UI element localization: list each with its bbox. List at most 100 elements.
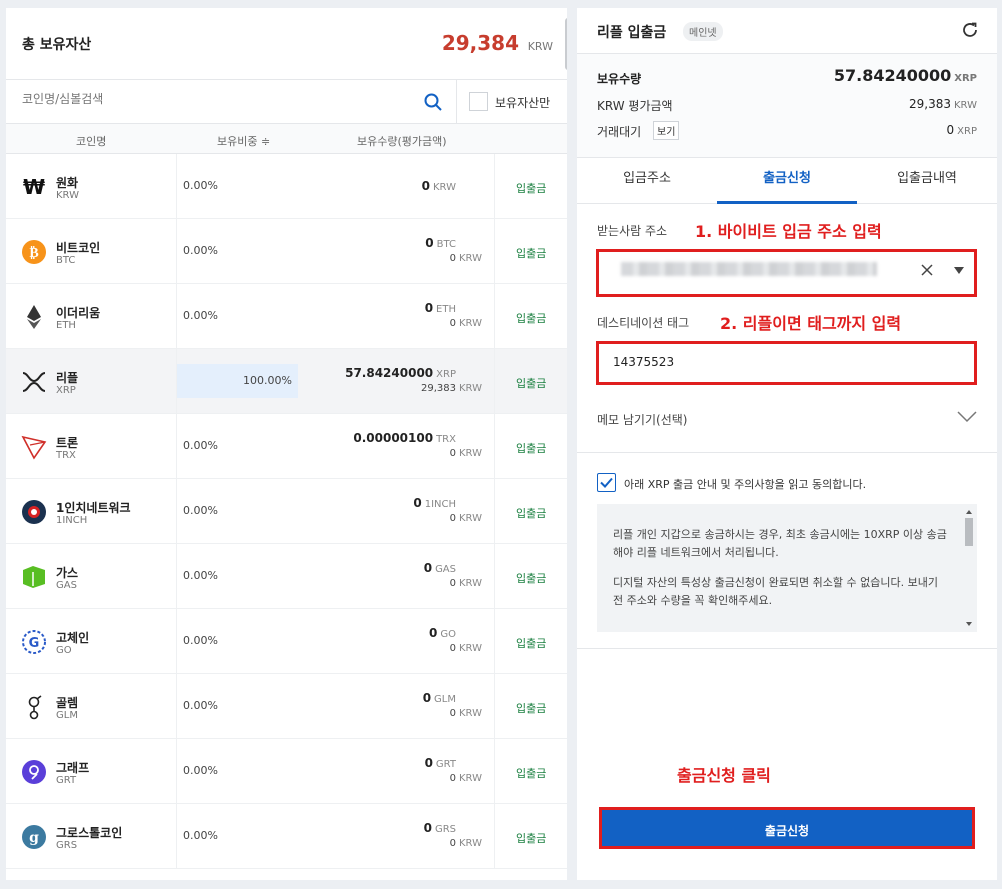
- divider: [494, 544, 495, 608]
- eth-icon: [21, 304, 47, 330]
- krw-value: 29,383 KRW: [909, 97, 977, 111]
- tab-bar: 입금주소 출금신청 입출금내역: [577, 158, 997, 204]
- coin-row-go[interactable]: G 고체인 GO 0.00% 0 GO 0 KRW 입출금: [6, 609, 567, 674]
- deposit-withdraw-link[interactable]: 입출금: [516, 310, 546, 326]
- coin-name: 1인치네트워크: [56, 501, 131, 515]
- coin-krw-value: 0 KRW: [449, 253, 482, 264]
- total-assets-label: 총 보유자산: [22, 37, 92, 53]
- coin-symbol: BTC: [56, 255, 76, 266]
- coin-share: 100.00%: [243, 374, 292, 387]
- coin-quantity: 0 GLM: [422, 691, 456, 705]
- coin-row-eth[interactable]: 이더리움 ETH 0.00% 0 ETH 0 KRW 입출금: [6, 284, 567, 349]
- deposit-withdraw-link[interactable]: 입출금: [516, 245, 546, 261]
- col-share-sort[interactable]: 보유비중 ≑: [217, 133, 270, 149]
- chevron-down-icon[interactable]: [957, 411, 977, 423]
- search-icon[interactable]: [423, 92, 443, 112]
- coin-name: 트론: [56, 436, 79, 450]
- divider: [176, 804, 177, 868]
- deposit-withdraw-link[interactable]: 입출금: [516, 765, 546, 781]
- deposit-withdraw-link[interactable]: 입출금: [516, 830, 546, 846]
- coin-krw-value: 0 KRW: [449, 838, 482, 849]
- btc-icon: ₿: [21, 239, 47, 265]
- coin-krw-value: 0 KRW: [449, 318, 482, 329]
- divider: [494, 739, 495, 803]
- pending-view-button[interactable]: 보기: [653, 121, 680, 140]
- agree-text[interactable]: 아래 XRP 출금 안내 및 주의사항을 읽고 동의합니다.: [624, 476, 866, 492]
- coin-symbol: KRW: [56, 190, 79, 201]
- coin-row-grt[interactable]: 그래프 GRT 0.00% 0 GRT 0 KRW 입출금: [6, 739, 567, 804]
- annotation-click: 출금신청 클릭: [677, 766, 771, 785]
- coin-name: 원화: [56, 176, 79, 190]
- holding-label: 보유수량: [597, 72, 642, 86]
- tab-withdraw-request[interactable]: 출금신청: [717, 158, 857, 204]
- holding-value: 57.84240000 XRP: [833, 66, 977, 85]
- agree-checkbox[interactable]: [597, 473, 616, 492]
- deposit-withdraw-link[interactable]: 입출금: [516, 375, 546, 391]
- close-icon[interactable]: [921, 264, 933, 276]
- divider: [494, 414, 495, 478]
- deposit-withdraw-link[interactable]: 입출금: [516, 635, 546, 651]
- tab-history[interactable]: 입출금내역: [857, 158, 997, 204]
- glm-icon: [21, 694, 47, 720]
- total-assets: 총 보유자산 29,384 KRW: [6, 8, 567, 80]
- coin-krw-value: 0 KRW: [449, 448, 482, 459]
- coin-krw-value: 0 KRW: [449, 708, 482, 719]
- deposit-withdraw-link[interactable]: 입출금: [516, 505, 546, 521]
- col-quantity: 보유수량(평가금액): [357, 135, 447, 148]
- column-header: 코인명 보유비중 ≑ 보유수량(평가금액): [6, 124, 567, 154]
- withdraw-notice: 리플 개인 지갑으로 송금하시는 경우, 최초 송금시에는 10XRP 이상 송…: [597, 504, 977, 632]
- divider: [176, 219, 177, 283]
- coin-quantity: 0.00000100 TRX: [353, 431, 456, 445]
- holding-summary: 보유수량 57.84240000 XRP KRW 평가금액 29,383 KRW 거…: [577, 54, 997, 158]
- coin-krw-value: 0 KRW: [449, 513, 482, 524]
- coin-share: 0.00%: [183, 504, 218, 517]
- 1inch-icon: [21, 499, 47, 525]
- refresh-icon[interactable]: [961, 21, 979, 39]
- divider: [577, 452, 997, 453]
- coin-row-btc[interactable]: ₿ 비트코인 BTC 0.00% 0 BTC 0 KRW 입출금: [6, 219, 567, 284]
- coin-row-1inch[interactable]: 1인치네트워크 1INCH 0.00% 0 1INCH 0 KRW 입출금: [6, 479, 567, 544]
- coin-symbol: TRX: [56, 450, 76, 461]
- address-value-blurred: [621, 262, 877, 276]
- grs-icon: g: [21, 824, 47, 850]
- coin-symbol: GLM: [56, 710, 78, 721]
- panel-header: 리플 입출금 메인넷: [577, 8, 997, 54]
- tag-label: 데스티네이션 태그: [597, 316, 690, 330]
- coin-search-input[interactable]: [22, 92, 402, 106]
- coin-name: 이더리움: [56, 306, 101, 320]
- divider: [494, 804, 495, 868]
- divider: [494, 349, 495, 413]
- coin-quantity: 57.84240000 XRP: [345, 366, 456, 380]
- divider: [494, 479, 495, 543]
- divider: [176, 544, 177, 608]
- deposit-withdraw-link[interactable]: 입출금: [516, 180, 546, 196]
- notice-scrollbar[interactable]: [962, 504, 976, 632]
- withdraw-submit-button[interactable]: 출금신청: [599, 807, 975, 849]
- memo-label[interactable]: 메모 남기기(선택): [597, 411, 687, 428]
- coin-row-xrp[interactable]: 리플 XRP 100.00% 57.84240000 XRP 29,383 KRW …: [6, 349, 567, 414]
- divider: [494, 154, 495, 218]
- deposit-withdraw-link[interactable]: 입출금: [516, 440, 546, 456]
- coin-row-gas[interactable]: 가스 GAS 0.00% 0 GAS 0 KRW 입출금: [6, 544, 567, 609]
- coin-quantity: 0 KRW: [421, 179, 456, 193]
- own-only-label[interactable]: 보유자산만: [495, 94, 550, 111]
- coin-row-grs[interactable]: g 그로스톨코인 GRS 0.00% 0 GRS 0 KRW 입출금: [6, 804, 567, 869]
- coin-share: 0.00%: [183, 634, 218, 647]
- deposit-withdraw-link[interactable]: 입출금: [516, 570, 546, 586]
- coin-row-krw[interactable]: ₩ 원화 KRW 0.00% 0 KRW 입출금: [6, 154, 567, 219]
- divider: [456, 80, 457, 124]
- own-only-checkbox[interactable]: [469, 92, 488, 111]
- tab-deposit-address[interactable]: 입금주소: [577, 158, 717, 204]
- caret-down-icon[interactable]: [954, 267, 964, 274]
- divider: [577, 648, 997, 649]
- coin-krw-value: 0 KRW: [449, 578, 482, 589]
- coin-row-glm[interactable]: 골렘 GLM 0.00% 0 GLM 0 KRW 입출금: [6, 674, 567, 739]
- coin-quantity: 0 GRS: [423, 821, 456, 835]
- coin-name: 고체인: [56, 631, 90, 645]
- notice-paragraph: 디지털 자산의 특성상 출금신청이 완료되면 취소할 수 없습니다. 보내기 전…: [613, 576, 938, 607]
- deposit-withdraw-link[interactable]: 입출금: [516, 700, 546, 716]
- coin-quantity: 0 1INCH: [413, 496, 456, 510]
- recipient-label: 받는사람 주소: [597, 224, 668, 238]
- coin-row-trx[interactable]: 트론 TRX 0.00% 0.00000100 TRX 0 KRW 입출금: [6, 414, 567, 479]
- coin-symbol: GRT: [56, 775, 77, 786]
